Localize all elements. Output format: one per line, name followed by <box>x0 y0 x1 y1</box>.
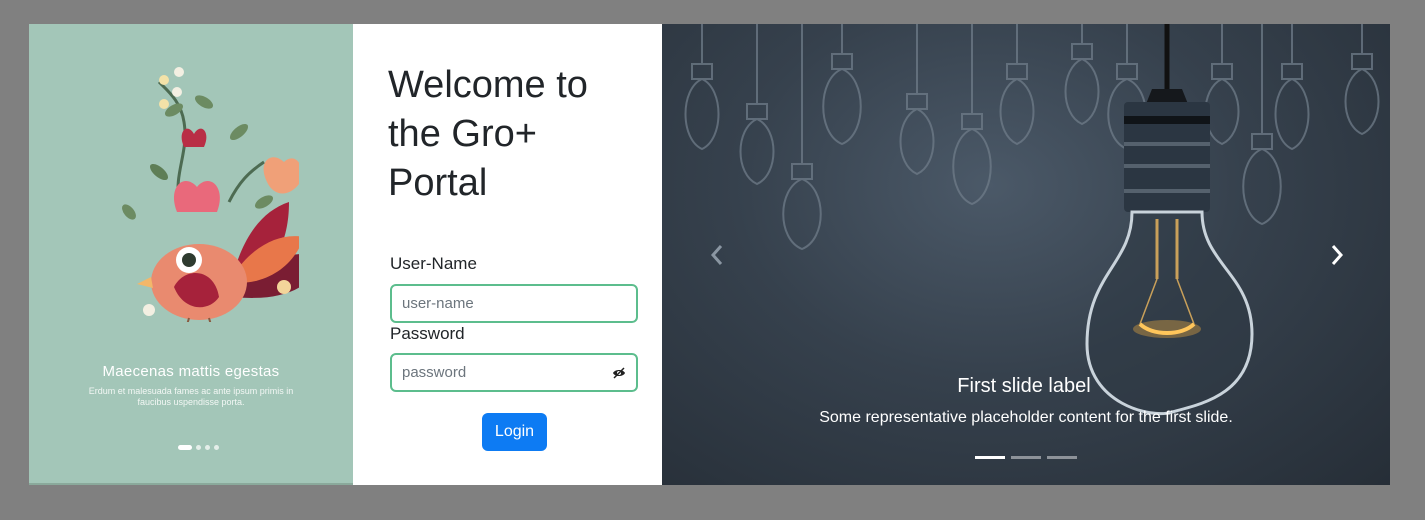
password-input[interactable] <box>392 355 612 390</box>
bird-flower-illustration <box>122 67 299 322</box>
carousel-indicator-1[interactable] <box>975 456 1005 459</box>
illustration-subtitle: Erdum et malesuada fames ac ante ipsum p… <box>88 386 294 407</box>
illustration-dot-1[interactable] <box>178 445 192 450</box>
chevron-left-icon[interactable] <box>706 243 730 267</box>
illustration-dot-2[interactable] <box>196 445 201 450</box>
username-label: User-Name <box>390 254 477 273</box>
carousel-indicators <box>975 456 1077 459</box>
illustration-panel: Maecenas mattis egestas Erdum et malesua… <box>29 24 353 485</box>
slide-caption-text: Some representative placeholder content … <box>819 409 1233 426</box>
welcome-heading: Welcome to the Gro+ Portal <box>388 64 588 204</box>
illustration-title: Maecenas mattis egestas <box>102 363 280 380</box>
image-carousel: First slide label Some representative pl… <box>662 24 1390 485</box>
username-field-wrapper <box>390 284 638 323</box>
illustration-dot-3[interactable] <box>205 445 210 450</box>
login-panel: Welcome to the Gro+ Portal User-Name Pas… <box>353 24 662 485</box>
password-label: Password <box>390 324 465 343</box>
carousel-indicator-3[interactable] <box>1047 456 1077 459</box>
chevron-right-icon[interactable] <box>1324 243 1348 267</box>
slide-caption-title: First slide label <box>957 375 1091 397</box>
illustration-dot-4[interactable] <box>214 445 219 450</box>
password-field-wrapper <box>390 353 638 392</box>
username-input[interactable] <box>392 286 612 321</box>
carousel-indicator-2[interactable] <box>1011 456 1041 459</box>
eye-slash-icon[interactable] <box>612 367 626 379</box>
login-page-container: Maecenas mattis egestas Erdum et malesua… <box>29 24 1390 485</box>
illustration-pagination <box>178 445 219 450</box>
login-button[interactable]: Login <box>482 413 547 451</box>
